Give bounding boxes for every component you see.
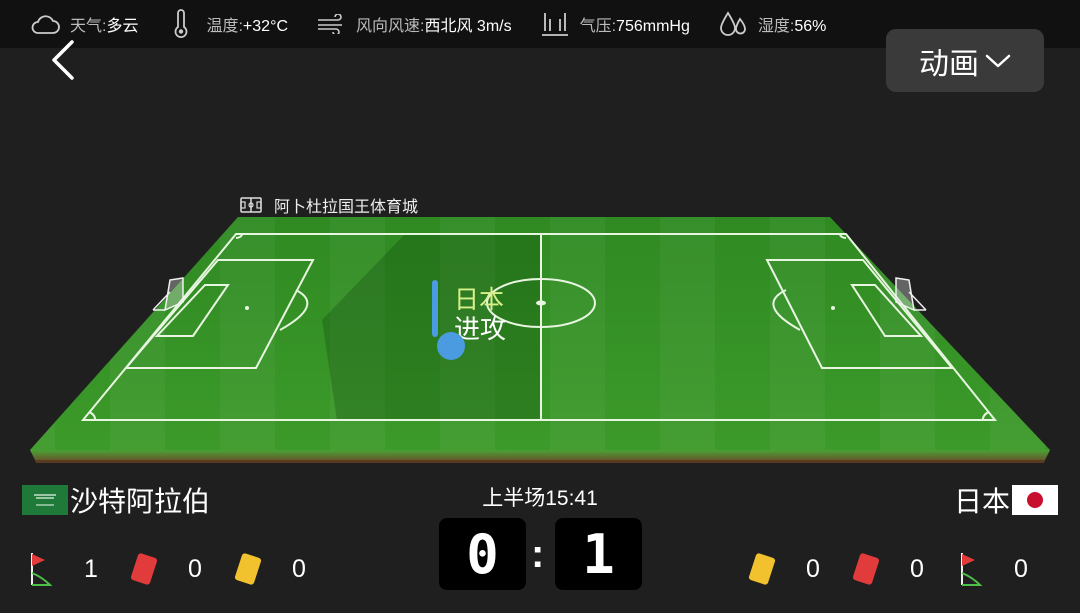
thermometer-icon	[164, 9, 198, 39]
score-separator: :	[531, 532, 545, 576]
humidity-icon	[716, 9, 750, 39]
stadium-name: 阿卜杜拉国王体育城	[274, 199, 419, 216]
stadium-label: 阿卜杜拉国王体育城	[240, 193, 418, 217]
away-team: 日本	[954, 480, 1058, 520]
wind-value: 西北风 3m/s	[424, 18, 512, 35]
chevron-left-icon	[52, 40, 74, 80]
attack-marker-line	[432, 280, 438, 337]
wind-label: 风向风速:	[356, 18, 425, 35]
away-corners: 0	[958, 551, 1028, 587]
temperature-label: 温度:	[206, 18, 243, 35]
away-red-cards: 0	[850, 551, 924, 587]
yellow-card-icon	[748, 553, 776, 585]
wind-icon	[314, 9, 348, 39]
weather-wind: 风向风速:西北风 3m/s	[314, 0, 512, 48]
home-team: 沙特阿拉伯	[22, 480, 210, 520]
match-period-time: 上半场15:41	[482, 487, 598, 510]
ball-position-marker	[437, 332, 465, 360]
football-pitch	[30, 217, 1050, 463]
home-red-cards-count: 0	[188, 554, 202, 583]
saudi-arabia-flag-icon	[22, 485, 68, 515]
humidity-label: 湿度:	[757, 18, 795, 35]
weather-value: 多云	[106, 18, 139, 35]
home-corners: 1	[28, 551, 98, 587]
away-yellow-cards: 0	[746, 551, 820, 587]
home-red-cards: 0	[128, 551, 202, 587]
home-yellow-cards: 0	[232, 551, 306, 587]
weather-temperature: 温度:+32°C	[164, 0, 288, 48]
home-yellow-cards-count: 0	[292, 554, 306, 583]
animation-label: 动画	[919, 47, 979, 81]
corner-flag-icon	[31, 553, 53, 586]
humidity-value: 56%	[794, 18, 827, 35]
animation-dropdown-button[interactable]: 动画	[886, 29, 1044, 92]
pressure-label: 气压:	[579, 18, 617, 35]
home-team-name: 沙特阿拉伯	[70, 486, 211, 517]
pressure-value: 756mmHg	[616, 18, 690, 35]
back-button[interactable]	[44, 40, 84, 80]
pressure-icon	[538, 9, 572, 39]
weather-pressure: 气压:756mmHg	[538, 0, 690, 48]
red-card-icon	[852, 553, 880, 585]
japan-flag-icon	[1012, 485, 1058, 515]
chevron-down-icon	[985, 54, 1011, 67]
weather-humidity: 湿度:56%	[716, 0, 826, 48]
weather-label: 天气:	[70, 18, 107, 35]
cloud-icon	[28, 9, 62, 39]
home-corners-count: 1	[84, 554, 98, 583]
away-team-name: 日本	[953, 486, 1010, 517]
red-card-icon	[130, 553, 158, 585]
away-red-cards-count: 0	[910, 554, 924, 583]
away-score: 1	[555, 518, 642, 590]
corner-flag-icon	[961, 553, 983, 586]
stadium-icon	[240, 197, 262, 213]
away-yellow-cards-count: 0	[806, 554, 820, 583]
temperature-value: +32°C	[242, 18, 289, 35]
away-corners-count: 0	[1014, 554, 1028, 583]
home-score: 0	[439, 518, 526, 590]
yellow-card-icon	[234, 553, 262, 585]
